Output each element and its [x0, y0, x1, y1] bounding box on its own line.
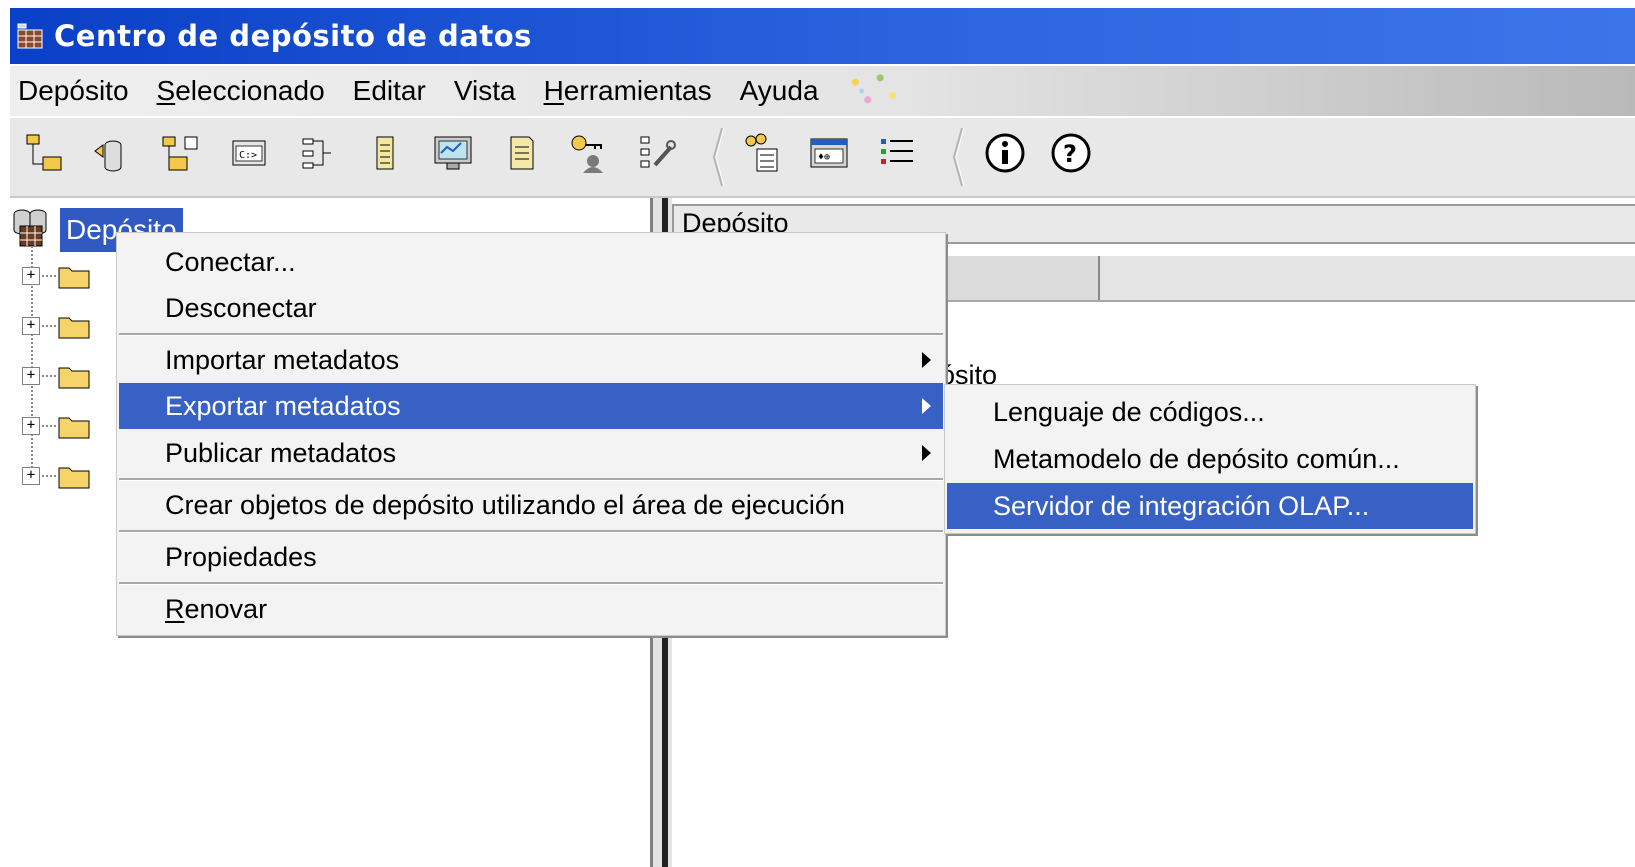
tree-node[interactable]: + [22, 256, 90, 296]
menu-herramientas-rest: erramientas [563, 75, 712, 106]
export-submenu: Lenguaje de códigos... Metamodelo de dep… [944, 384, 1476, 534]
menu-seleccionado-rest: eleccionado [175, 75, 325, 106]
programs-icon[interactable] [292, 128, 342, 178]
security-keys-icon[interactable] [564, 128, 614, 178]
submenu-arrow-icon [922, 352, 931, 368]
svg-text:?: ? [1063, 140, 1077, 168]
activity-animation-icon [842, 69, 905, 113]
database-icon [16, 21, 46, 51]
menu-separator [119, 530, 943, 533]
agent-sites-icon[interactable]: C:> [224, 128, 274, 178]
title-bar: Centro de depósito de datos [10, 8, 1635, 64]
menu-item-crear-objetos[interactable]: Crear objetos de depósito utilizando el … [119, 482, 943, 528]
menu-item-propiedades[interactable]: Propiedades [119, 534, 943, 580]
menu-ayuda[interactable]: Ayuda [732, 75, 827, 107]
menu-vista[interactable]: Vista [446, 75, 524, 107]
menu-separator [119, 333, 943, 336]
menu-separator [119, 582, 943, 585]
tools-icon[interactable] [632, 128, 682, 178]
menu-item-label: Exportar metadatos [165, 390, 401, 421]
toolbar-separator-2 [950, 124, 966, 190]
users-groups-icon[interactable] [736, 128, 786, 178]
document-icon[interactable] [360, 128, 410, 178]
menu-herramientas[interactable]: Herramientas [536, 75, 720, 107]
monitor-icon[interactable] [428, 128, 478, 178]
svg-text:♦⊕: ♦⊕ [818, 152, 830, 163]
svg-text:C:>: C:> [239, 150, 257, 161]
menu-item-importar-metadatos[interactable]: Importar metadatos [119, 337, 943, 383]
submenu-item-label: Servidor de integración OLAP... [993, 490, 1370, 521]
folder-icon [58, 413, 90, 439]
tree-connector [42, 275, 56, 277]
folder-icon [58, 363, 90, 389]
notes-icon[interactable] [496, 128, 546, 178]
tree-node[interactable]: + [22, 356, 90, 396]
menu-deposito[interactable]: Depósito [10, 75, 137, 107]
toolbar: C:> ♦⊕ ? [10, 118, 1635, 198]
menu-item-label: Crear objetos de depósito utilizando el … [165, 489, 845, 520]
menu-item-label: enovar [184, 593, 268, 624]
submenu-item-lenguaje-codigos[interactable]: Lenguaje de códigos... [947, 389, 1473, 435]
menu-item-exportar-metadatos[interactable]: Exportar metadatos [119, 383, 943, 429]
tree-connector [42, 325, 56, 327]
context-menu: Conectar... Desconectar Importar metadat… [116, 232, 946, 636]
mnemonic-s: S [156, 75, 176, 106]
tree-node[interactable]: + [22, 406, 90, 446]
info-icon[interactable] [980, 128, 1030, 178]
submenu-item-metamodelo[interactable]: Metamodelo de depósito común... [947, 436, 1473, 482]
folder-icon [58, 313, 90, 339]
tree-node[interactable]: + [22, 306, 90, 346]
sources-icon[interactable] [88, 128, 138, 178]
tree-node[interactable]: + [22, 456, 90, 496]
submenu-item-label: Lenguaje de códigos... [993, 396, 1265, 427]
submenu-item-servidor-olap[interactable]: Servidor de integración OLAP... [947, 483, 1473, 529]
folder-icon [58, 463, 90, 489]
menu-item-publicar-metadatos[interactable]: Publicar metadatos [119, 430, 943, 476]
folder-icon [58, 263, 90, 289]
menu-item-conectar[interactable]: Conectar... [119, 239, 943, 285]
expand-icon[interactable]: + [22, 417, 40, 435]
expand-icon[interactable]: + [22, 367, 40, 385]
menu-item-label: Publicar metadatos [165, 437, 397, 468]
expand-icon[interactable]: + [22, 467, 40, 485]
menu-bar: Depósito Seleccionado Editar Vista Herra… [10, 66, 1635, 116]
menu-item-label: Propiedades [165, 541, 317, 572]
mnemonic-r: R [165, 593, 185, 624]
menu-item-label: Conectar... [165, 246, 296, 277]
menu-item-label: Desconectar [165, 292, 317, 323]
menu-item-label: Importar metadatos [165, 344, 400, 375]
mnemonic-h: H [543, 75, 564, 106]
targets-icon[interactable] [156, 128, 206, 178]
menu-seleccionado[interactable]: Seleccionado [149, 75, 333, 107]
window-title: Centro de depósito de datos [54, 19, 532, 53]
tree-connector [42, 375, 56, 377]
list-icon[interactable] [872, 128, 922, 178]
subject-areas-icon[interactable] [20, 128, 70, 178]
toolbar-separator [710, 124, 726, 190]
submenu-arrow-icon [922, 398, 931, 414]
menu-item-desconectar[interactable]: Desconectar [119, 285, 943, 331]
submenu-arrow-icon [922, 445, 931, 461]
menu-separator [119, 478, 943, 481]
expand-icon[interactable]: + [22, 317, 40, 335]
work-in-progress-icon[interactable]: ♦⊕ [804, 128, 854, 178]
tree-connector [42, 475, 56, 477]
menu-item-renovar[interactable]: Renovar [119, 586, 943, 632]
expand-icon[interactable]: + [22, 267, 40, 285]
menu-editar[interactable]: Editar [345, 75, 434, 107]
submenu-item-label: Metamodelo de depósito común... [993, 443, 1400, 474]
tree-connector [42, 425, 56, 427]
help-icon[interactable]: ? [1046, 128, 1096, 178]
